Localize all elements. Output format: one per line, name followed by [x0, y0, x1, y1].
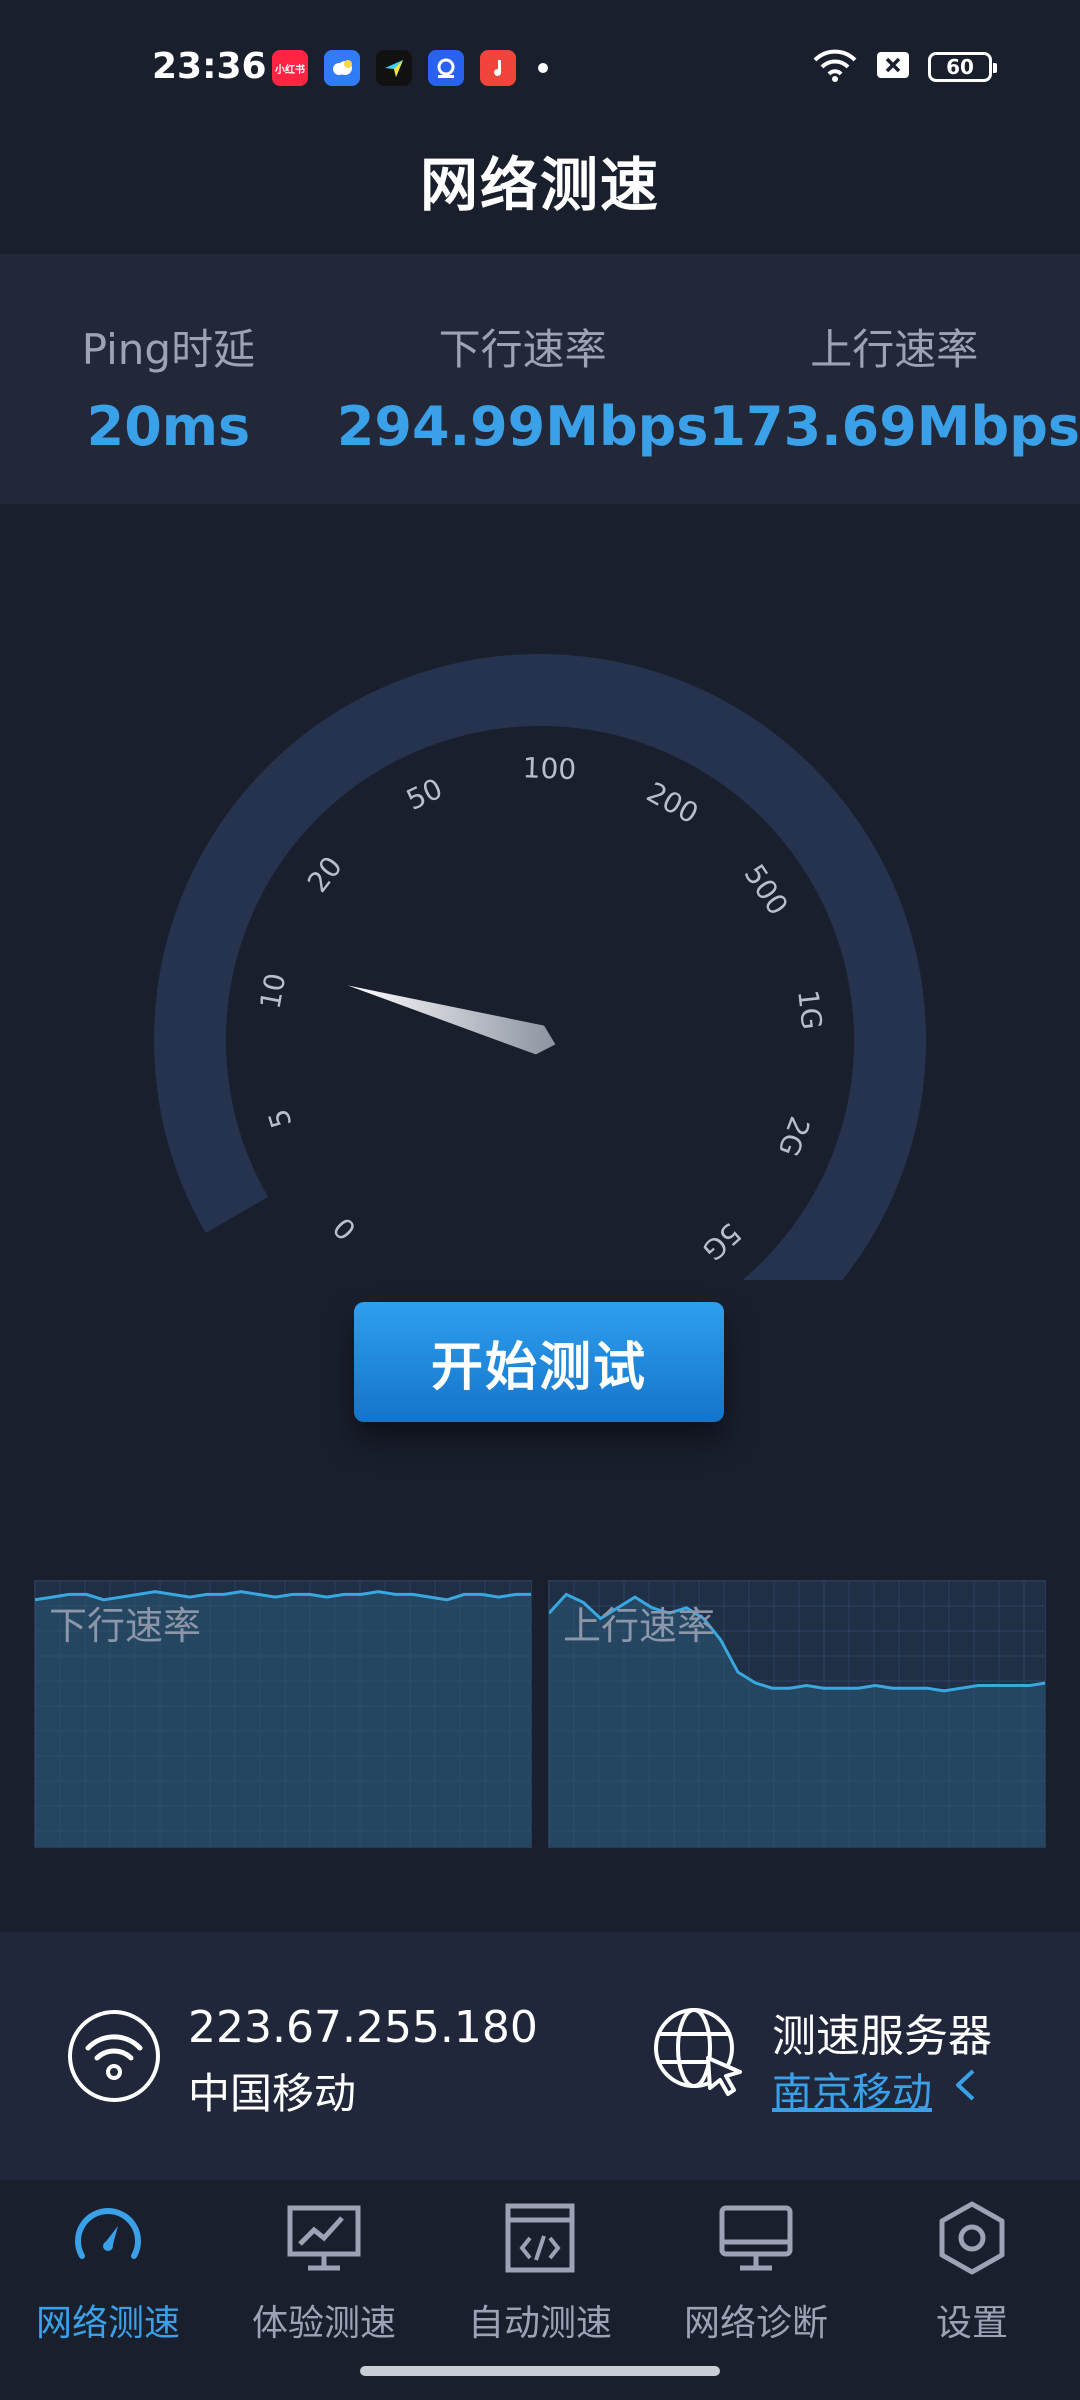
- battery-indicator: 60: [928, 52, 997, 82]
- gauge-tick-label: 5G: [696, 1216, 747, 1267]
- nav-label: 网络诊断: [683, 2303, 828, 2344]
- chart-monitor-icon: [287, 2205, 361, 2271]
- nav-settings[interactable]: 设置: [864, 2180, 1080, 2360]
- download-value: 294.99Mbps: [336, 395, 709, 458]
- server-name-link[interactable]: 南京移动: [772, 2060, 932, 2118]
- nav-experience-test[interactable]: 体验测速: [216, 2180, 432, 2360]
- gauge-tick-label: 100: [522, 751, 577, 786]
- code-window-icon: [505, 2203, 575, 2273]
- ping-label: Ping时延: [81, 325, 256, 374]
- gauge-tick-label: 500: [738, 858, 795, 921]
- xiaohongshu-icon: 小红书: [272, 50, 308, 86]
- upload-stat: 上行速率 173.69Mbps: [708, 254, 1080, 504]
- app-icon: [428, 50, 464, 86]
- ping-stat: Ping时延 20ms: [0, 254, 337, 504]
- upload-history-chart: 上行速率: [548, 1580, 1046, 1848]
- upload-chart-label: 上行速率: [563, 1604, 716, 1648]
- gauge-tick-label: 10: [254, 970, 293, 1011]
- status-app-icons: 小红书: [272, 50, 548, 86]
- gauge-tick-label: 200: [641, 776, 704, 831]
- start-test-button[interactable]: 开始测试: [354, 1302, 724, 1422]
- settings-hexagon-icon: [939, 2201, 1005, 2275]
- monitor-icon: [719, 2205, 793, 2271]
- navigation-icon: [376, 50, 412, 86]
- isp-name: 中国移动: [188, 2069, 357, 2118]
- upload-value: 173.69Mbps: [708, 395, 1080, 458]
- gauge-tick-label: 1G: [791, 988, 828, 1031]
- speedometer-icon: [75, 2208, 141, 2259]
- gauge-tick-label: 2G: [771, 1112, 816, 1161]
- status-indicators: 60: [812, 48, 997, 86]
- status-time: 23:36: [152, 46, 267, 87]
- gauge-tick-label: 5: [262, 1105, 299, 1132]
- gauge-tick-label: 20: [301, 850, 349, 898]
- download-stat: 下行速率 294.99Mbps: [337, 254, 709, 504]
- server-title: 测速服务器: [772, 2011, 992, 2062]
- notification-dot: [538, 63, 548, 73]
- gauge-tick-label: 50: [401, 772, 447, 817]
- download-label: 下行速率: [438, 325, 607, 374]
- status-bar: 23:36 小红书 60: [0, 0, 1080, 130]
- ip-address: 223.67.255.180: [188, 2002, 538, 2053]
- gauge-tick-label: 0: [327, 1211, 363, 1247]
- home-indicator: [360, 2366, 720, 2376]
- sim-disabled-icon: [876, 51, 910, 83]
- nav-label: 体验测速: [251, 2303, 396, 2344]
- speed-stats: Ping时延 20ms 下行速率 294.99Mbps 上行速率 173.69M…: [0, 254, 1080, 504]
- nav-label: 自动测速: [467, 2303, 612, 2344]
- gauge-needle: [347, 985, 556, 1055]
- nav-label: 网络测速: [35, 2303, 180, 2344]
- wifi-signal-icon: [812, 48, 858, 86]
- upload-label: 上行速率: [810, 325, 979, 374]
- music-icon: [480, 50, 516, 86]
- download-chart-label: 下行速率: [49, 1604, 202, 1648]
- ping-value: 20ms: [86, 395, 251, 458]
- chevron-left-icon[interactable]: [954, 2068, 976, 2106]
- nav-label: 设置: [935, 2303, 1008, 2344]
- speed-gauge: 0 5 10 20 50 100 200 500 1G 2G 5G: [154, 654, 926, 1280]
- nav-diagnosis[interactable]: 网络诊断: [648, 2180, 864, 2360]
- download-history-chart: 下行速率: [34, 1580, 532, 1848]
- wifi-circle-icon: [66, 2008, 162, 2108]
- nav-auto-test[interactable]: 自动测速: [432, 2180, 648, 2360]
- globe-cursor-icon: [650, 2004, 746, 2104]
- weather-icon: [324, 50, 360, 86]
- nav-speed-test[interactable]: 网络测速: [0, 2180, 216, 2360]
- gauge-tick-labels: 0 5 10 20 50 100 200 500 1G 2G 5G: [254, 751, 829, 1267]
- page-title: 网络测速: [419, 151, 660, 219]
